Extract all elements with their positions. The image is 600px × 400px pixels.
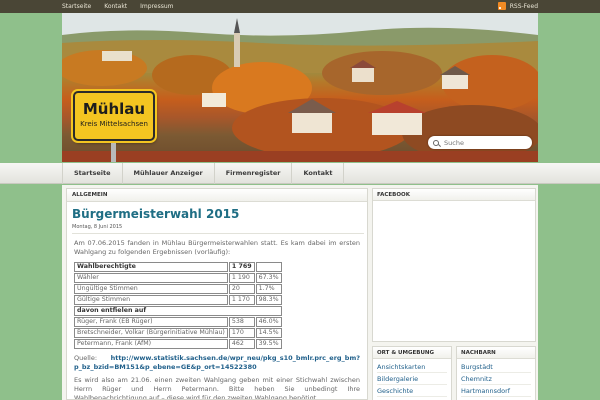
list-item: Ansichtskarten (377, 361, 447, 373)
table-cell-count: 462 (228, 339, 255, 349)
main-content: ALLGEMEIN Bürgermeisterwahl 2015 Montag,… (66, 188, 368, 400)
table-cell-count: 1 170 (228, 295, 255, 305)
post-body: Am 07.06.2015 fanden in Mühlau Bürgermei… (67, 234, 367, 400)
ort-umgebung-widget: ORT & UMGEBUNG Ansichtskarten Bildergale… (372, 346, 452, 400)
nachbarn-heading: NACHBARN (457, 347, 535, 359)
rss-icon (497, 2, 506, 10)
search-icon (433, 139, 439, 146)
table-cell-label: Petermann, Frank (AfM) (74, 339, 228, 349)
table-cell-label: Gültige Stimmen (74, 295, 228, 305)
table-cell-label: Wahlberechtigte (74, 262, 228, 272)
post-title[interactable]: Bürgermeisterwahl 2015 (72, 207, 367, 221)
link-hartmannsdorf[interactable]: Hartmannsdorf (461, 387, 510, 395)
table-row: Gültige Stimmen 1 170 98.3% (74, 295, 282, 305)
table-cell-label: Ungültige Stimmen (74, 284, 228, 294)
table-cell-pct (255, 262, 282, 272)
main-nav: Startseite Mühlauer Anzeiger Firmenregis… (62, 163, 345, 184)
post-date: Montag, 8 Juni 2015 (72, 224, 364, 234)
table-cell-count: 1 190 (228, 273, 255, 283)
table-cell-count: 170 (228, 328, 255, 338)
ort-umgebung-heading: ORT & UMGEBUNG (373, 347, 451, 359)
top-link-kontakt[interactable]: Kontakt (104, 3, 127, 10)
table-cell-count: 538 (228, 317, 255, 327)
link-bildergalerie[interactable]: Bildergalerie (377, 375, 418, 383)
link-burgstaedt[interactable]: Burgstädt (461, 363, 493, 371)
content-wrapper: ALLGEMEIN Bürgermeisterwahl 2015 Montag,… (62, 185, 538, 400)
link-chemnitz[interactable]: Chemnitz (461, 375, 492, 383)
table-cell-pct: 98.3% (255, 295, 282, 305)
table-row: davon entfielen auf (74, 306, 282, 316)
table-cell-pct: 14.5% (255, 328, 282, 338)
post-source: Quelle: http://www.statistik.sachsen.de/… (74, 354, 360, 372)
table-cell-pct: 39.5% (255, 339, 282, 349)
list-item: Geschichte (377, 385, 447, 397)
table-row: Wähler 1 190 67.3% (74, 273, 282, 283)
main-nav-bar: Startseite Mühlauer Anzeiger Firmenregis… (0, 163, 600, 184)
table-cell-count: 1 769 (228, 262, 255, 272)
list-item: Chemnitz (461, 373, 531, 385)
top-link-startseite[interactable]: Startseite (62, 3, 91, 10)
link-ansichtskarten[interactable]: Ansichtskarten (377, 363, 425, 371)
top-bar: Startseite Kontakt Impressum RSS-Feed (0, 0, 600, 13)
header-banner: Mühlau Kreis Mittelsachsen (62, 13, 538, 162)
table-row: Ungültige Stimmen 20 1.7% (74, 284, 282, 294)
list-item: Burgstädt (461, 361, 531, 373)
sign-subtitle: Kreis Mittelsachsen (80, 120, 148, 128)
top-link-impressum[interactable]: Impressum (140, 3, 173, 10)
source-label: Quelle: (74, 354, 98, 362)
source-link[interactable]: http://www.statistik.sachsen.de/wpr_neu/… (74, 354, 360, 371)
facebook-heading: FACEBOOK (373, 189, 535, 201)
nav-kontakt[interactable]: Kontakt (292, 163, 345, 184)
rss-label: RSS-Feed (509, 2, 538, 10)
link-geschichte[interactable]: Geschichte (377, 387, 413, 395)
table-cell-count: 20 (228, 284, 255, 294)
rss-feed-link[interactable]: RSS-Feed (497, 2, 538, 10)
table-row: Wahlberechtigte 1 769 (74, 262, 282, 272)
table-cell-pct: 67.3% (255, 273, 282, 283)
category-heading: ALLGEMEIN (67, 189, 367, 202)
table-row: Rüger, Frank (EB Rüger) 538 46.0% (74, 317, 282, 327)
nachbarn-widget: NACHBARN Burgstädt Chemnitz Hartmannsdor… (456, 346, 536, 400)
list-item: Bildergalerie (377, 373, 447, 385)
table-cell-label: Bretschneider, Volkar (Bürgerinitiative … (74, 328, 228, 338)
search-input[interactable] (444, 138, 528, 147)
nav-muehlauer-anzeiger[interactable]: Mühlauer Anzeiger (123, 163, 215, 184)
post-outro: Es wird also am 21.06. einen zweiten Wah… (74, 376, 360, 400)
town-sign: Mühlau Kreis Mittelsachsen (73, 91, 155, 141)
results-table: Wahlberechtigte 1 769 Wähler 1 190 67.3% Ungü… (73, 261, 283, 350)
nav-firmenregister[interactable]: Firmenregister (215, 163, 293, 184)
table-cell-label: Rüger, Frank (EB Rüger) (74, 317, 228, 327)
table-cell-label: davon entfielen auf (74, 306, 282, 316)
table-cell-label: Wähler (74, 273, 228, 283)
list-item: Hartmannsdorf (461, 385, 531, 397)
post-intro: Am 07.06.2015 fanden in Mühlau Bürgermei… (74, 239, 360, 256)
table-row: Bretschneider, Volkar (Bürgerinitiative … (74, 328, 282, 338)
table-cell-pct: 1.7% (255, 284, 282, 294)
sign-post (111, 143, 116, 162)
sign-title: Mühlau (82, 100, 146, 118)
facebook-widget: FACEBOOK (372, 188, 536, 342)
search-box[interactable] (428, 136, 532, 149)
nav-startseite[interactable]: Startseite (63, 163, 123, 184)
table-row: Petermann, Frank (AfM) 462 39.5% (74, 339, 282, 349)
table-cell-pct: 46.0% (255, 317, 282, 327)
